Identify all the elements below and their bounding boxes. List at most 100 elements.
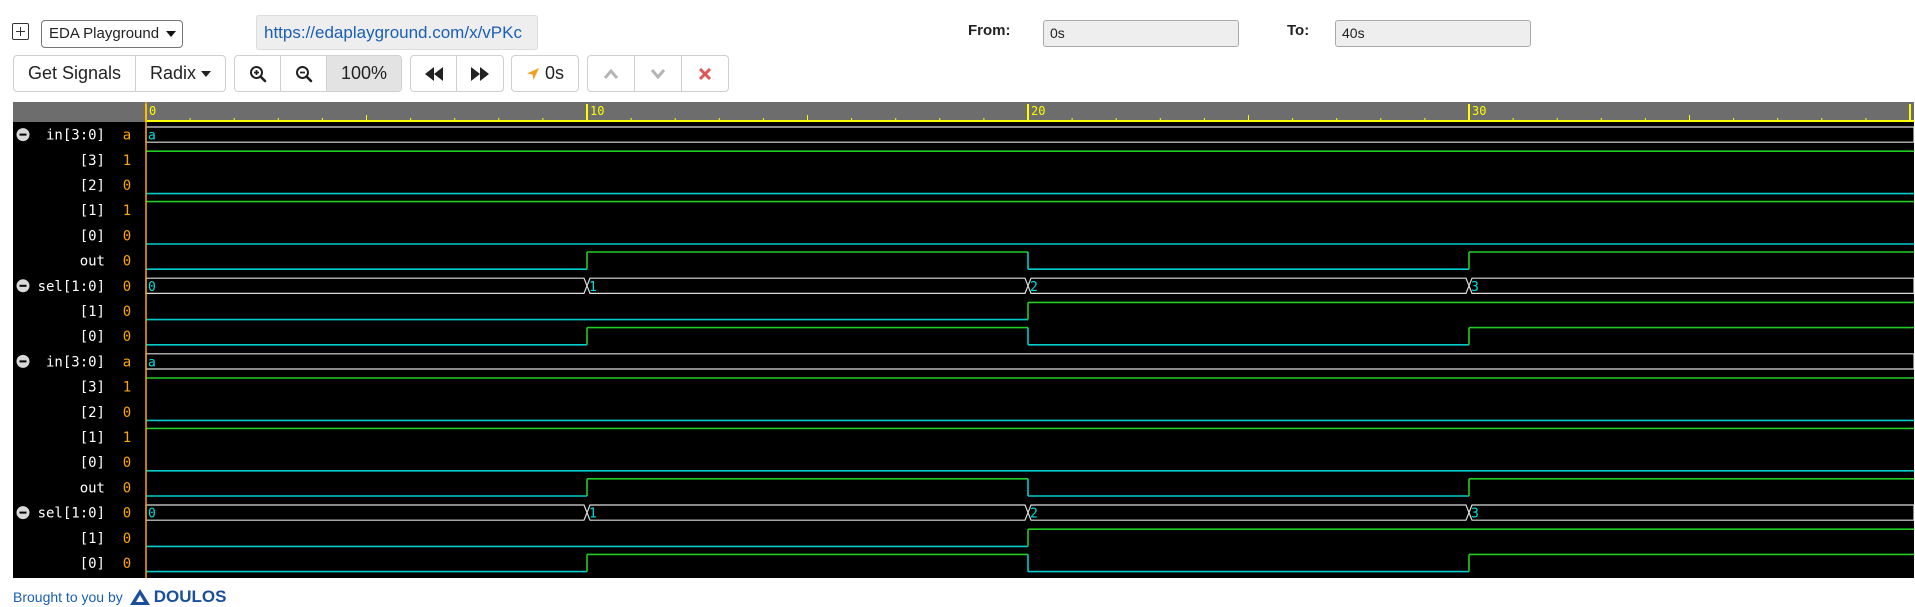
- bus-value-label: 2: [1030, 280, 1038, 295]
- signal-name[interactable]: sel[1:0]: [38, 506, 105, 522]
- move-down-button[interactable]: [635, 56, 682, 91]
- caret-down-icon: [201, 70, 212, 77]
- signal-value: 0: [123, 506, 131, 522]
- signal-name[interactable]: in[3:0]: [46, 128, 105, 144]
- share-url-text: https://edaplayground.com/x/vPKc: [264, 23, 522, 42]
- zoom-button-group: 100%: [234, 55, 402, 92]
- to-time-value: 40s: [1342, 25, 1365, 41]
- bus-value-label: 0: [148, 507, 156, 522]
- location-arrow-icon: [526, 67, 539, 80]
- signal-name[interactable]: [0]: [80, 228, 105, 244]
- get-signals-button[interactable]: Get Signals: [14, 56, 136, 91]
- doulos-logo-icon: [129, 589, 150, 605]
- top-bar: EDA Playground https://edaplayground.com…: [0, 0, 1915, 56]
- chevron-down-icon: [166, 31, 176, 37]
- signal-value: 0: [123, 254, 131, 270]
- signal-value: 1: [123, 153, 131, 169]
- ruler-label: 10: [590, 104, 604, 118]
- waveform-viewer[interactable]: 0 10 20 30in[3:0] a a[3] 1[2] 0[1] 1[0] 0out 0sel[…: [13, 102, 1914, 578]
- footer-text: Brought to you by: [13, 589, 123, 605]
- move-up-button[interactable]: [588, 56, 635, 91]
- waveform-background: [13, 102, 1914, 578]
- signal-value: 0: [123, 405, 131, 421]
- bus-value-label: 3: [1471, 507, 1479, 522]
- collapse-icon[interactable]: [16, 506, 30, 520]
- signal-name[interactable]: [1]: [80, 430, 105, 446]
- signal-name[interactable]: [0]: [80, 556, 105, 572]
- to-label: To:: [1287, 22, 1310, 39]
- collapse-icon[interactable]: [16, 279, 30, 293]
- signal-name[interactable]: [2]: [80, 178, 105, 194]
- signal-name[interactable]: [1]: [80, 531, 105, 547]
- signal-value: a: [123, 354, 131, 370]
- signal-edit-button-group: [587, 55, 729, 92]
- collapse-icon[interactable]: [16, 354, 30, 368]
- signal-value: 0: [123, 531, 131, 547]
- fast-forward-icon: [471, 66, 489, 81]
- cursor-button-group: 0s: [511, 55, 579, 92]
- cursor-time-button[interactable]: 0s: [512, 56, 578, 91]
- zoom-level: 100%: [340, 63, 388, 83]
- signal-name[interactable]: out: [80, 254, 105, 270]
- remove-signal-button[interactable]: [682, 56, 728, 91]
- signal-value: 0: [123, 329, 131, 345]
- share-url-field[interactable]: https://edaplayground.com/x/vPKc: [256, 15, 538, 50]
- bus-value-label: 0: [148, 280, 156, 295]
- signal-name[interactable]: [2]: [80, 405, 105, 421]
- plus-square-icon[interactable]: [12, 23, 29, 40]
- from-label: From:: [968, 22, 1011, 39]
- signals-button-group: Get Signals Radix: [13, 55, 226, 92]
- signal-name[interactable]: sel[1:0]: [38, 279, 105, 295]
- zoom-in-button[interactable]: [235, 56, 281, 91]
- signal-name[interactable]: [0]: [80, 329, 105, 345]
- signal-value: 0: [123, 279, 131, 295]
- radix-label: Radix: [149, 63, 197, 83]
- jump-button-group: [410, 55, 504, 92]
- signal-value: 0: [123, 455, 131, 471]
- signal-name[interactable]: [3]: [80, 153, 105, 169]
- signal-value: 0: [123, 304, 131, 320]
- zoom-out-icon: [295, 65, 312, 82]
- signal-name[interactable]: [1]: [80, 203, 105, 219]
- time-ruler[interactable]: [13, 102, 1914, 122]
- bus-value-label: 1: [589, 280, 597, 295]
- ruler-label: 20: [1031, 104, 1045, 118]
- radix-button[interactable]: Radix: [136, 56, 225, 91]
- doulos-brand: DOULOS: [153, 587, 227, 606]
- from-time-value: 0s: [1050, 25, 1065, 41]
- signal-value: 0: [123, 228, 131, 244]
- zoom-out-button[interactable]: [281, 56, 327, 91]
- collapse-icon[interactable]: [16, 128, 30, 142]
- from-time-input[interactable]: 0s: [1043, 20, 1239, 47]
- site-select[interactable]: EDA Playground: [41, 20, 183, 48]
- doulos-logo[interactable]: DOULOS: [129, 587, 227, 607]
- chevron-down-icon: [650, 68, 666, 79]
- zoom-in-icon: [249, 65, 266, 82]
- signal-value: 0: [123, 556, 131, 572]
- signal-value: 1: [123, 430, 131, 446]
- zoom-reset-button[interactable]: 100%: [327, 56, 401, 91]
- signal-value: 1: [123, 203, 131, 219]
- bus-value-label: a: [148, 355, 156, 370]
- signal-name[interactable]: [3]: [80, 380, 105, 396]
- chevron-up-icon: [603, 68, 619, 79]
- ruler-label: 0: [149, 104, 156, 118]
- signal-value: 0: [123, 480, 131, 496]
- site-select-value: EDA Playground: [49, 25, 160, 42]
- ruler-label: 30: [1472, 104, 1486, 118]
- signal-value: 0: [123, 178, 131, 194]
- signal-name[interactable]: [1]: [80, 304, 105, 320]
- to-time-input[interactable]: 40s: [1335, 20, 1531, 47]
- signal-name[interactable]: in[3:0]: [46, 354, 105, 370]
- fast-backward-icon: [424, 66, 443, 81]
- bus-value-label: 3: [1471, 280, 1479, 295]
- signal-value: 1: [123, 380, 131, 396]
- get-signals-label: Get Signals: [27, 63, 122, 83]
- bus-value-label: 2: [1030, 507, 1038, 522]
- signal-name[interactable]: out: [80, 480, 105, 496]
- signal-name[interactable]: [0]: [80, 455, 105, 471]
- signal-value: a: [123, 128, 131, 144]
- bus-value-label: 1: [589, 507, 597, 522]
- jump-to-end-button[interactable]: [457, 56, 503, 91]
- jump-to-start-button[interactable]: [411, 56, 457, 91]
